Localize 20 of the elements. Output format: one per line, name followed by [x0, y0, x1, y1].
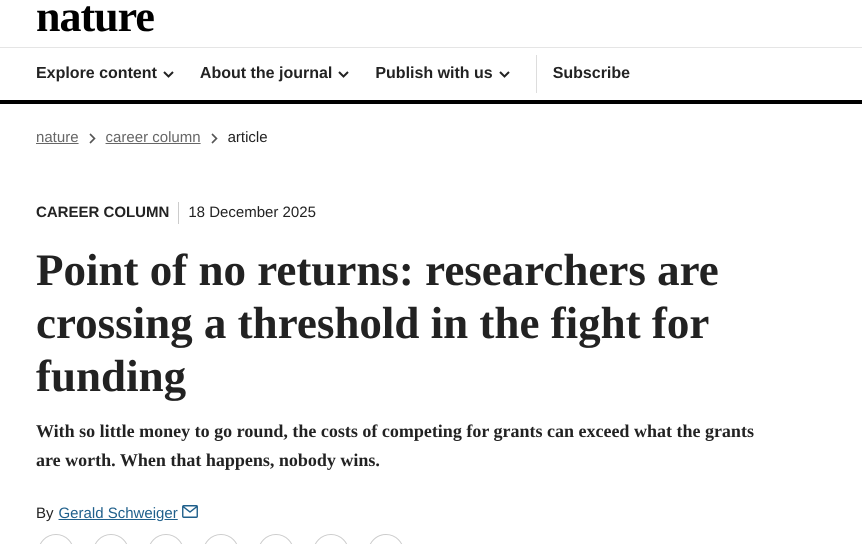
nav-menu-item[interactable]: Explore content: [36, 62, 174, 86]
author-link[interactable]: Gerald Schweiger: [58, 503, 178, 526]
chevron-down-icon: [162, 70, 174, 78]
breadcrumb-current: article: [228, 128, 268, 148]
publish-date: 18 December 2025: [187, 202, 316, 222]
byline-label: By: [36, 504, 54, 524]
chevron-down-icon: [338, 70, 350, 78]
chevron-down-icon: [498, 70, 510, 78]
article-title: Point of no returns: researchers are crossing a threshold in the fight for funding: [35, 244, 720, 403]
article-standfirst: With so little money to go round, the costs of competing for grants can exceed what the grants are worth. When that happens, nobody wins.: [35, 420, 755, 472]
nav-menu-item[interactable]: Subscribe: [536, 55, 630, 93]
chevron-right-icon: [210, 132, 218, 144]
email-icon[interactable]: [182, 504, 198, 518]
nav-menu-item[interactable]: About the journal: [200, 62, 350, 86]
breadcrumb-link[interactable]: nature: [36, 127, 79, 150]
breadcrumb-link[interactable]: career column: [106, 127, 201, 150]
chevron-right-icon: [88, 132, 96, 144]
logo[interactable]: nature: [36, 0, 154, 47]
nav-menu-item[interactable]: Publish with us: [375, 62, 510, 86]
article-category: CAREER COLUMN: [36, 202, 180, 224]
